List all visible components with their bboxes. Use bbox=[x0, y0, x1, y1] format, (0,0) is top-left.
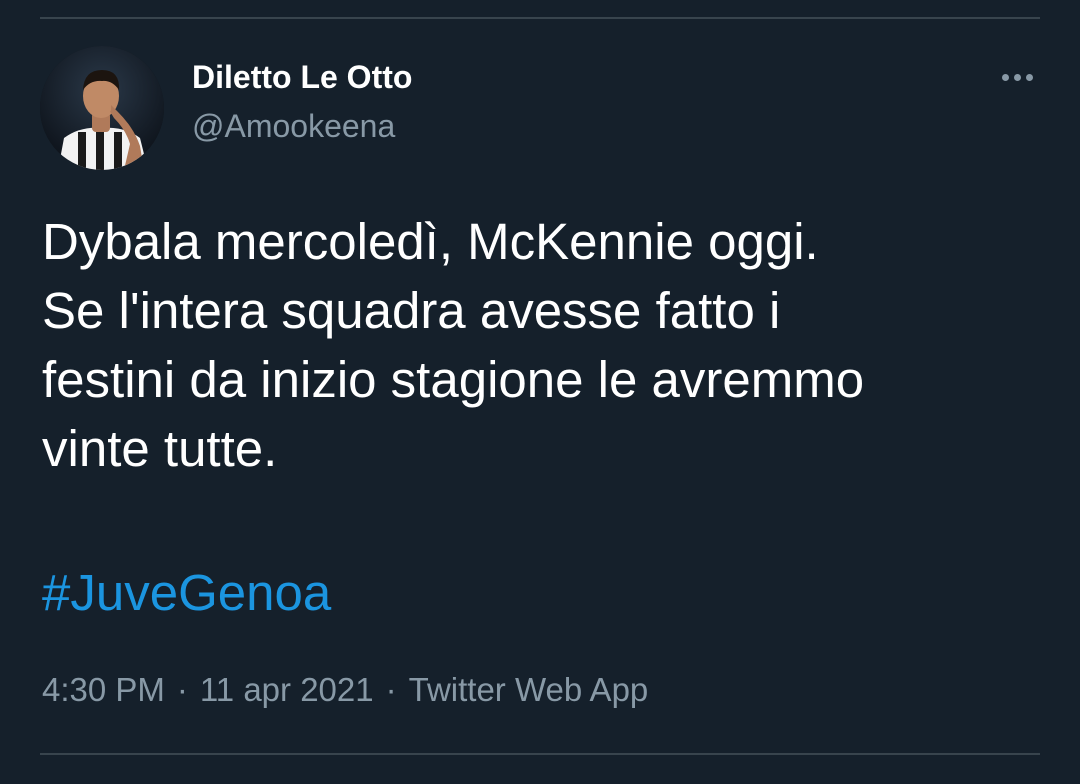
profile-photo-icon bbox=[40, 46, 164, 170]
display-name[interactable]: Diletto Le Otto bbox=[192, 57, 412, 97]
more-horizontal-icon bbox=[1001, 73, 1009, 81]
more-options-button[interactable] bbox=[994, 62, 1040, 92]
separator: · bbox=[385, 671, 397, 708]
tweet-date[interactable]: 11 apr 2021 bbox=[200, 671, 374, 708]
hashtag-link[interactable]: #JuveGenoa bbox=[42, 558, 331, 627]
top-divider bbox=[40, 17, 1040, 19]
user-handle[interactable]: @Amookeena bbox=[192, 106, 395, 146]
more-horizontal-icon-dot bbox=[1013, 73, 1021, 81]
tweet-metadata: 4:30 PM · 11 apr 2021 · Twitter Web App bbox=[42, 669, 648, 711]
tweet-text: Dybala mercoledì, McKennie oggi. Se l'in… bbox=[42, 213, 865, 477]
tweet-source[interactable]: Twitter Web App bbox=[409, 671, 649, 708]
avatar[interactable] bbox=[40, 46, 164, 170]
tweet-time[interactable]: 4:30 PM bbox=[42, 671, 165, 708]
bottom-divider bbox=[40, 753, 1040, 755]
separator: · bbox=[176, 671, 188, 708]
more-horizontal-icon-dot bbox=[1025, 73, 1033, 81]
